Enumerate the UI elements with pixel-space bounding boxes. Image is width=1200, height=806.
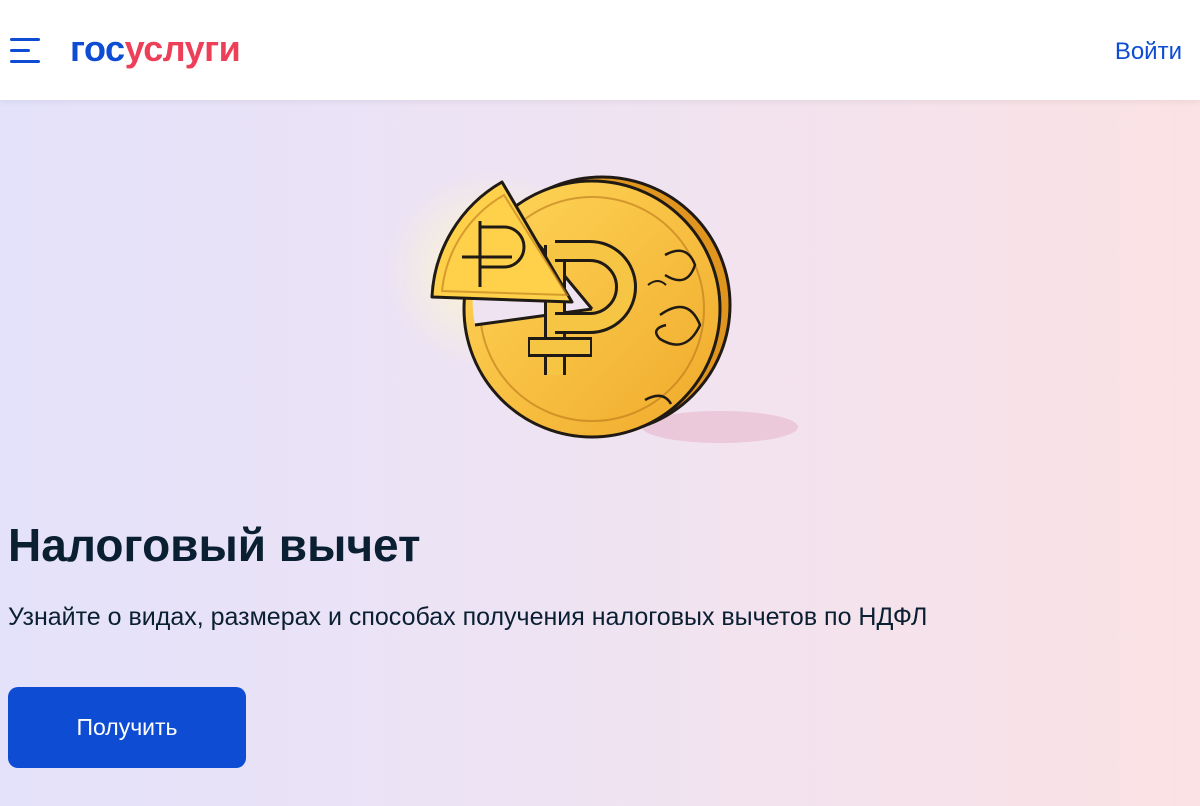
gosuslugi-logo[interactable]: госуслуги: [70, 27, 241, 71]
hamburger-menu-icon[interactable]: [10, 36, 44, 66]
page-title: Налоговый вычет: [8, 519, 421, 571]
site-header: госуслуги Войти: [0, 0, 1200, 100]
get-button[interactable]: Получить: [8, 687, 246, 768]
login-link[interactable]: Войти: [1115, 36, 1182, 68]
ruble-coin-illustration: [385, 170, 798, 443]
logo-part-gos: гос: [70, 28, 125, 69]
page-subtitle: Узнайте о видах, размерах и способах пол…: [8, 603, 928, 631]
logo-part-uslugi: услуги: [124, 28, 241, 69]
